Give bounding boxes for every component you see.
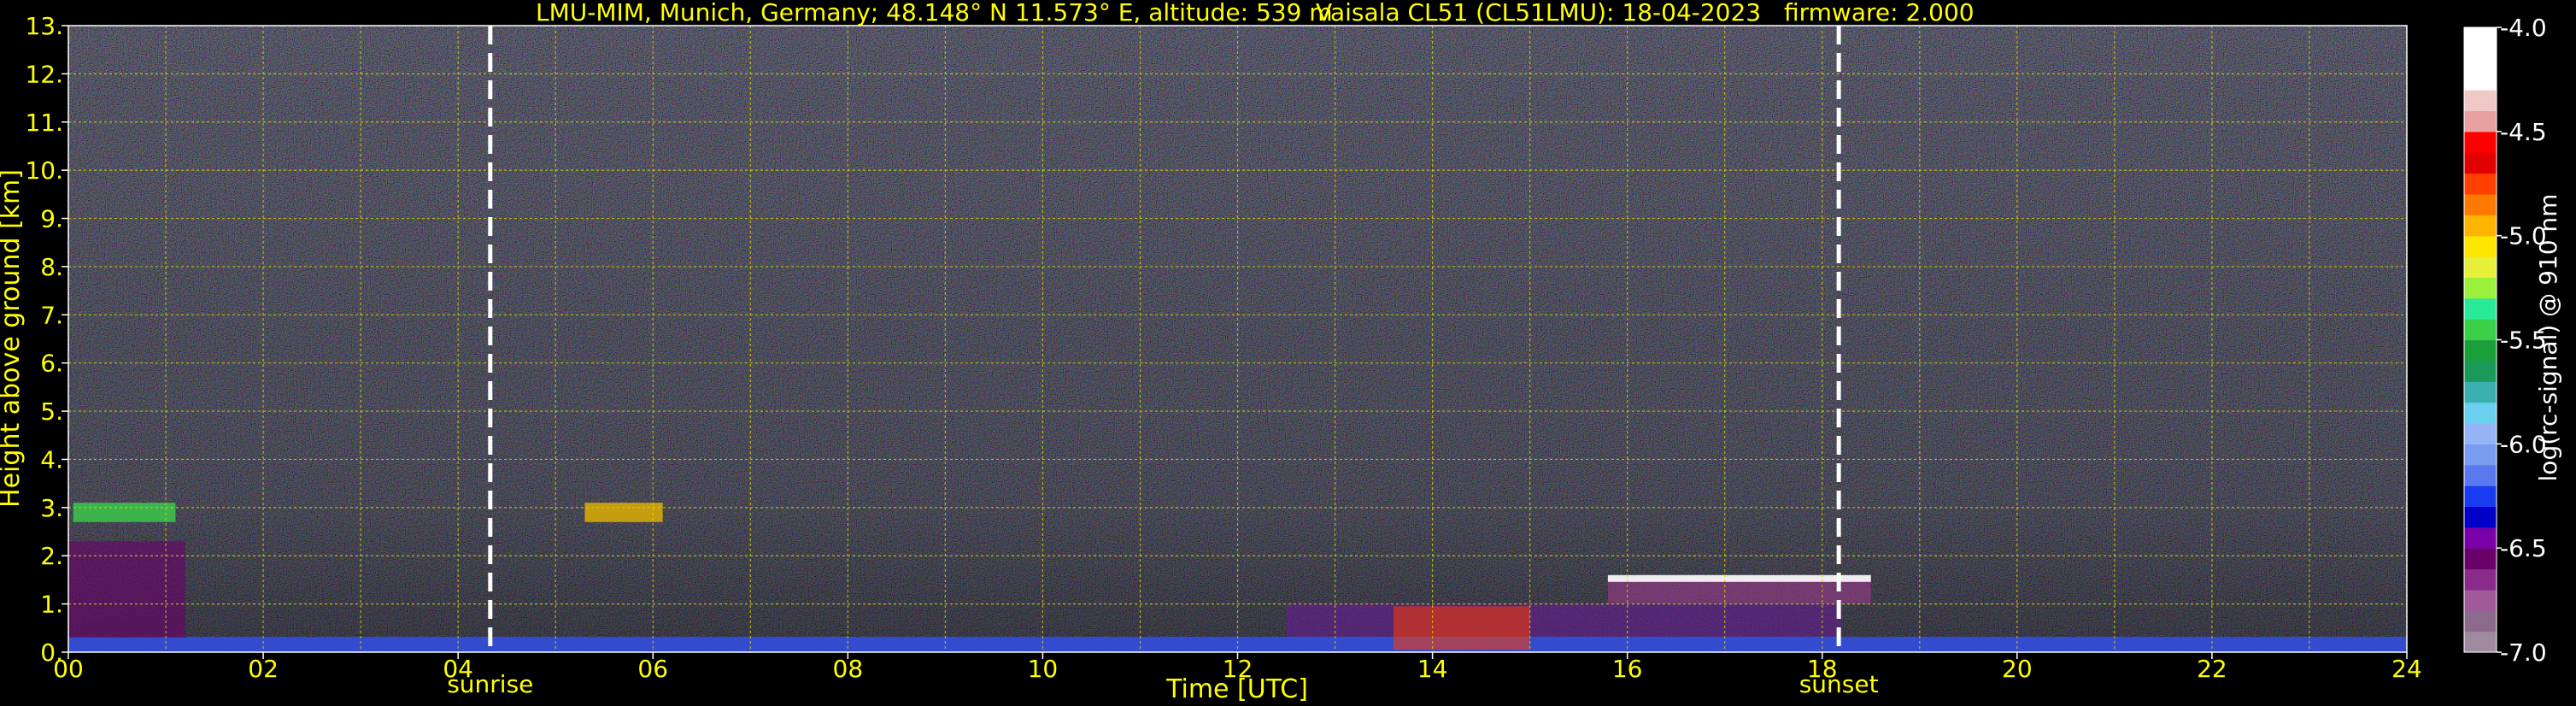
colorbar-segment	[2464, 444, 2497, 466]
x-tick-label: 22	[2197, 655, 2227, 683]
ceilometer-chart: LMU-MIM, Munich, Germany; 48.148° N 11.5…	[0, 0, 2562, 704]
event-label-sunrise: sunrise	[447, 670, 533, 698]
y-tick-label: 11.	[25, 109, 63, 137]
colorbar-segment	[2464, 152, 2497, 174]
colorbar-segment	[2464, 215, 2497, 237]
y-tick-label: 1.	[40, 591, 63, 619]
y-tick-label: 6.	[40, 350, 63, 378]
boundary-layer-band	[68, 636, 2407, 652]
chart-title-station: LMU-MIM, Munich, Germany; 48.148° N 11.5…	[536, 0, 1333, 26]
y-tick-label: 10.	[25, 156, 63, 185]
colorbar-segment	[2464, 339, 2497, 362]
colorbar-segment	[2464, 131, 2497, 153]
y-axis-label: Height above ground [km]	[0, 169, 26, 508]
colorbar-segment	[2464, 485, 2497, 508]
x-tick-label: 14	[1417, 655, 1448, 683]
y-tick-label: 8.	[40, 253, 63, 281]
colorbar-segment	[2464, 256, 2497, 278]
colorbar-label: log(rc-signal) @ 910 nm	[2534, 194, 2562, 482]
y-tick-label: 2.	[40, 542, 63, 570]
colorbar-tick-label: -6.5	[2500, 534, 2547, 562]
colorbar-segment	[2464, 90, 2497, 112]
colorbar-segment	[2464, 402, 2497, 424]
y-tick-label: 13.	[25, 12, 63, 40]
colorbar-segment	[2464, 548, 2497, 570]
x-tick-label: 02	[248, 655, 279, 683]
colorbar-segment	[2464, 235, 2497, 257]
colorbar-segment	[2464, 506, 2497, 528]
y-axis-ticks: 0. 1. 2. 3. 4. 5. 6. 7. 8. 9. 10. 11. 12. 13.	[25, 12, 68, 667]
colorbar-segment	[2464, 68, 2497, 91]
x-tick-label: 08	[833, 655, 864, 683]
colorbar-segment	[2464, 297, 2497, 320]
aerosol-layer	[1286, 603, 1842, 637]
colorbar-segment	[2464, 173, 2497, 195]
y-tick-label: 7.	[40, 301, 63, 329]
x-tick-label: 20	[2002, 655, 2033, 683]
colorbar-segment	[2464, 589, 2497, 611]
y-tick-label: 0.	[40, 638, 63, 667]
y-tick-label: 9.	[40, 205, 63, 233]
y-tick-label: 4.	[40, 445, 63, 474]
colorbar-segment	[2464, 193, 2497, 215]
x-axis-label: Time [UTC]	[1165, 674, 1308, 704]
x-tick-label: 16	[1612, 655, 1643, 683]
colorbar	[2463, 26, 2497, 653]
y-tick-label: 3.	[40, 494, 63, 522]
colorbar-segment	[2464, 27, 2497, 49]
colorbar-segment	[2464, 48, 2497, 70]
x-tick-label: 10	[1028, 655, 1059, 683]
y-tick-label: 12.	[25, 60, 63, 88]
colorbar-segment	[2464, 381, 2497, 403]
colorbar-segment	[2464, 610, 2497, 632]
colorbar-tick-label: -4.5	[2500, 118, 2547, 146]
chart-title-firmware: firmware: 2.000	[1784, 0, 1975, 26]
colorbar-segment	[2464, 277, 2497, 299]
colorbar-tick-label: -7.0	[2500, 638, 2547, 667]
colorbar-segment	[2464, 464, 2497, 486]
event-label-sunset: sunset	[1799, 670, 1879, 698]
colorbar-segment	[2464, 568, 2497, 591]
colorbar-segment	[2464, 631, 2497, 653]
colorbar-segment	[2464, 360, 2497, 382]
y-tick-label: 5.	[40, 397, 63, 426]
colorbar-segment	[2464, 527, 2497, 549]
chart-title-instrument: Vaisala CL51 (CL51LMU): 18-04-2023	[1316, 0, 1761, 26]
x-tick-label: 24	[2391, 655, 2422, 683]
plot-area	[67, 25, 2408, 653]
aerosol-layer	[1393, 606, 1530, 650]
x-tick-label: 06	[637, 655, 668, 683]
residual-layer-top	[1607, 574, 1871, 582]
colorbar-segment	[2464, 110, 2497, 132]
colorbar-tick-label: -4.0	[2500, 14, 2547, 42]
colorbar-segment	[2464, 422, 2497, 444]
cloud-patch	[584, 503, 663, 522]
cloud-patch	[73, 503, 176, 522]
colorbar-segment	[2464, 319, 2497, 341]
